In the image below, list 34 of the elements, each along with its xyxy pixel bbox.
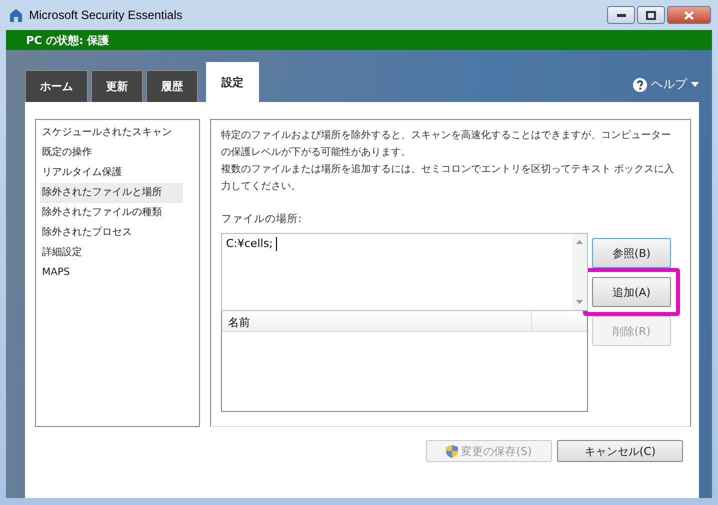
minimize-button[interactable] [607, 6, 635, 24]
description-text: 複数のファイルまたは場所を追加するには、セミコロンでエントリを区切ってテキスト ボックスに入力してください。 [221, 162, 676, 194]
scroll-down-icon[interactable] [576, 300, 583, 304]
sidebar-item[interactable]: MAPS [40, 263, 183, 283]
field-label: ファイルの場所: [221, 212, 303, 226]
sidebar-item[interactable]: 既定の操作 [40, 143, 183, 163]
sidebar-item[interactable]: リアルタイム保護 [40, 163, 183, 183]
help-icon [633, 78, 647, 92]
footer-button[interactable]: キャンセル(C) [557, 440, 683, 462]
action-button[interactable]: 追加(A) [592, 277, 671, 307]
help-menu[interactable]: ヘルプ [633, 76, 699, 93]
maximize-icon [646, 10, 656, 20]
window-title: Microsoft Security Essentials [29, 8, 182, 22]
description-text: 特定のファイルおよび場所を除外すると、スキャンを高速化することはできますが、コンピューターの保護レベルが下がる可能性があります。 [221, 128, 672, 160]
caret-icon [691, 82, 699, 87]
tab[interactable]: 設定 [206, 62, 259, 102]
status-text: PC の状態: 保護 [26, 32, 110, 48]
location-field[interactable]: C:¥cells; [221, 233, 588, 311]
close-icon [684, 10, 694, 20]
app-icon [8, 7, 24, 23]
sidebar-item[interactable]: 除外されたファイルと場所 [40, 183, 183, 203]
tab[interactable]: 更新 [91, 70, 143, 102]
maximize-button[interactable] [637, 6, 665, 24]
sidebar-item[interactable]: 除外されたファイルの種類 [40, 203, 183, 223]
scrollbar[interactable] [572, 234, 587, 310]
close-button[interactable] [667, 6, 711, 24]
sidebar-item[interactable]: 詳細設定 [40, 243, 183, 263]
tab[interactable]: 履歴 [146, 70, 198, 102]
sidebar-item[interactable]: 除外されたプロセス [40, 223, 183, 243]
action-button[interactable]: 参照(B) [592, 238, 671, 268]
minimize-icon [616, 13, 626, 17]
tab[interactable]: ホーム [25, 70, 88, 102]
sidebar-item[interactable]: スケジュールされたスキャン [40, 123, 183, 143]
scroll-up-icon[interactable] [576, 240, 583, 244]
